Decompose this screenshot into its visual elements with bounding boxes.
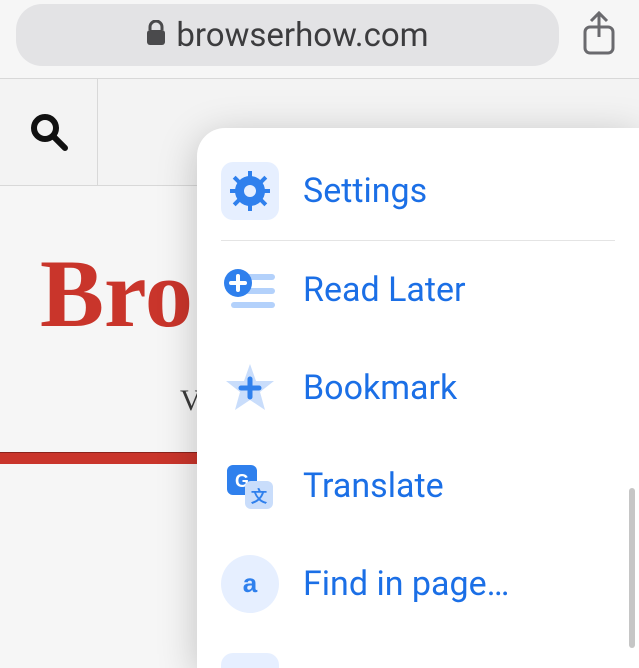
menu-item-label: Zoom text	[303, 662, 457, 668]
menu-item-label: Bookmark	[303, 368, 457, 408]
lock-icon	[146, 20, 166, 50]
menu-item-settings[interactable]: Settings	[197, 142, 639, 240]
menu-item-label: Read Later	[303, 270, 466, 310]
search-button[interactable]	[0, 79, 98, 185]
menu-item-label: Settings	[303, 171, 427, 211]
menu-item-label: Translate	[303, 466, 444, 506]
url-text: browserhow.com	[176, 16, 428, 55]
menu-item-zoom-text[interactable]: A A Zoom text	[197, 633, 639, 668]
menu-item-label: Find in page…	[303, 564, 509, 604]
star-icon	[221, 359, 279, 417]
translate-icon: G 文	[221, 457, 279, 515]
url-bar[interactable]: browserhow.com	[16, 4, 559, 66]
find-in-page-icon: a	[221, 555, 279, 613]
menu-item-find-in-page[interactable]: a Find in page…	[197, 535, 639, 633]
menu-scrollbar[interactable]	[629, 488, 635, 648]
zoom-text-icon: A A	[221, 653, 279, 668]
menu-item-translate[interactable]: G 文 Translate	[197, 437, 639, 535]
svg-text:a: a	[243, 568, 258, 598]
gear-icon	[221, 162, 279, 220]
overflow-menu: Settings Read Later Bookmark	[197, 128, 639, 668]
search-icon	[29, 112, 69, 152]
share-icon	[579, 11, 619, 59]
read-later-icon	[221, 261, 279, 319]
svg-text:文: 文	[251, 487, 268, 506]
browser-chrome-top: browserhow.com	[0, 0, 639, 78]
menu-item-read-later[interactable]: Read Later	[197, 241, 639, 339]
share-button[interactable]	[575, 11, 623, 59]
menu-item-bookmark[interactable]: Bookmark	[197, 339, 639, 437]
